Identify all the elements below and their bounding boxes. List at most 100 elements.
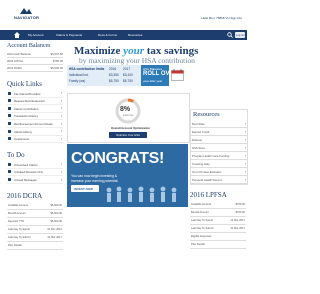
chevron-right-icon: › xyxy=(60,169,62,174)
chevron-right-icon: › xyxy=(244,153,246,158)
quick-link-item[interactable]: Claims Contribution › xyxy=(7,105,63,113)
resource-item[interactable]: Rent Rate › xyxy=(191,120,247,128)
resource-item[interactable]: Rollover › xyxy=(191,136,247,144)
main-nav: My Account Claims & Payments Docs & Form… xyxy=(0,30,247,40)
resource-item[interactable]: Earned Credit › xyxy=(191,128,247,136)
resources-list: Rent Rate › Earned Credit › Rollover › HSA Sto… xyxy=(191,120,247,184)
optimize-hsa-button[interactable]: Optimize Your HSA xyxy=(109,132,147,138)
nav-docs-forms[interactable]: Docs & Forms xyxy=(98,33,117,37)
resources-card: Resources Rent Rate › Earned Credit › Rollov… xyxy=(190,109,248,185)
limits-individual-2016: $3,350 xyxy=(109,73,119,77)
account-balances-list: HSA Cash Balance $5,937.50 2015 LPFSA $750.… xyxy=(7,51,63,72)
optimization-percent: 8% xyxy=(120,106,131,113)
congrats-line2: increase your earning potential. xyxy=(71,179,119,183)
logout-button[interactable]: Log out xyxy=(235,32,245,38)
lpfsa-row[interactable]: Plan Details xyxy=(190,241,246,249)
limits-family-2017: $6,750 xyxy=(123,79,133,83)
quick-link-item[interactable]: Request Reimbursement › xyxy=(7,98,63,106)
logo-icon xyxy=(20,8,32,14)
optimization-widget: 8% Index Fee Overall Account Optimizatio… xyxy=(98,97,158,141)
quick-link-label: File Claims/Providers xyxy=(14,91,41,96)
calendar-icon xyxy=(171,69,184,81)
dcra-value: 31 Mar 2017 xyxy=(47,235,62,239)
todo-item[interactable]: Unlinked Receipts Only › xyxy=(7,169,63,177)
resource-label: Out of Pocket Estimator xyxy=(192,170,222,174)
quick-link-label: Request Reimbursement xyxy=(14,99,45,104)
chevron-right-icon: › xyxy=(244,169,246,174)
dcra-row[interactable]: Plan Details xyxy=(7,242,63,250)
dcra-row: Benefit Amount $5,000.00 xyxy=(7,210,63,218)
optimization-line1: Index Fee xyxy=(123,114,134,117)
brand-name: NAVIGATOR xyxy=(14,15,40,20)
lpfsa-row: Benefit Amount $750.00 xyxy=(190,209,246,217)
lpfsa-row[interactable]: Eligible Expenses xyxy=(190,233,246,241)
quick-link-label: Transaction History xyxy=(14,114,38,119)
chevron-right-icon: › xyxy=(60,98,62,103)
account-balances-title: Account Balances xyxy=(7,43,51,49)
lpfsa-value: 31 Mar 2017 xyxy=(230,227,245,230)
quick-link-item[interactable]: File Claims/Providers › xyxy=(7,90,63,98)
chevron-right-icon: › xyxy=(244,177,246,182)
search-icon[interactable] xyxy=(227,32,233,38)
resource-item[interactable]: Out of Pocket Estimator › xyxy=(191,168,247,176)
lpfsa-value: $750.00 xyxy=(235,203,245,206)
people-illustration xyxy=(106,186,177,202)
quick-link-item[interactable]: Reimbursement Account Detail › xyxy=(7,120,63,128)
quick-link-icon xyxy=(8,91,11,95)
lpfsa-label: Eligible Expenses xyxy=(191,235,212,238)
quick-link-item[interactable]: Transaction History › xyxy=(7,113,63,121)
resource-label: Personal Health Record xyxy=(192,178,222,182)
dcra-value: 31 Dec 2016 xyxy=(47,227,62,231)
dcra-list: Available Amount $5,000.00 Benefit Amount $… xyxy=(7,202,63,250)
brand-logo[interactable]: NAVIGATOR xyxy=(14,6,40,22)
todo-item[interactable]: Unresolved Claims › xyxy=(7,161,63,169)
rollover-callout: HSA Balances ROLL OVER year after year xyxy=(141,65,178,86)
quick-links-title: Quick Links xyxy=(7,80,42,88)
balance-label: 2015 LPFSA xyxy=(7,59,23,63)
balance-value: $750.00 xyxy=(52,59,63,63)
lpfsa-row: Available Amount $750.00 xyxy=(190,201,246,209)
resource-item[interactable]: HSA Store › xyxy=(191,144,247,152)
invest-now-button[interactable]: INVEST NOW xyxy=(71,185,99,192)
lpfsa-section: 2016 LPFSA Available Amount $750.00 Benefi… xyxy=(190,191,246,249)
limits-individual-label: Individual Ind. xyxy=(69,73,89,77)
nav-my-account[interactable]: My Account xyxy=(28,33,44,37)
account-balance-row[interactable]: HSA Cash Balance $5,937.50 xyxy=(7,51,63,58)
account-balance-row[interactable]: 2015 LPFSA $750.00 xyxy=(7,58,63,65)
lpfsa-title: 2016 LPFSA xyxy=(190,191,227,199)
chevron-right-icon: › xyxy=(60,177,62,182)
dcra-label: Deposits YTD xyxy=(8,219,24,223)
nav-resources[interactable]: Resources xyxy=(128,33,142,37)
lpfsa-label: Last Day To Spend xyxy=(191,219,213,222)
quick-link-icon xyxy=(8,106,11,110)
quick-link-item[interactable]: Investments › xyxy=(7,136,63,144)
limits-col-2016: 2016 xyxy=(109,67,117,71)
lpfsa-row: Last Day To Spend 14 Mar 2017 xyxy=(190,217,246,225)
balance-value: $5,000.00 xyxy=(50,66,63,70)
banner-subline: by maximizing your HSA contribution xyxy=(79,56,195,65)
dcra-label: Available Amount xyxy=(8,203,28,207)
dcra-value: $5,000.00 xyxy=(50,219,62,223)
tax-savings-banner[interactable]: Maximize your tax savings by maximizing … xyxy=(67,43,198,87)
resource-item[interactable]: Personal Health Record › xyxy=(191,176,247,184)
lpfsa-value: 14 Mar 2017 xyxy=(230,219,245,222)
dcra-title: 2016 DCRA xyxy=(7,191,43,200)
quick-link-item[interactable]: Claims History › xyxy=(7,128,63,136)
resource-item[interactable]: Investing Help › xyxy=(191,160,247,168)
account-balance-row[interactable]: 2016 DCRA $5,000.00 xyxy=(7,65,63,72)
resource-item[interactable]: Program Health Care Funding › xyxy=(191,152,247,160)
top-header: NAVIGATOR Hello Bro | 75868 VU Sign Out xyxy=(0,0,247,30)
invest-now-label: INVEST NOW xyxy=(74,186,94,191)
dcra-label: Benefit Amount xyxy=(8,211,26,215)
todo-item[interactable]: Unread Messages › xyxy=(7,176,63,184)
user-links[interactable]: Hello Bro | 75868 VU Sign Out xyxy=(201,16,242,20)
optimization-line2: Overall Account Optimization xyxy=(111,126,151,130)
home-icon[interactable] xyxy=(14,32,20,38)
nav-claims-payments[interactable]: Claims & Payments xyxy=(56,33,82,37)
chevron-right-icon: › xyxy=(244,137,246,142)
balance-label: 2016 DCRA xyxy=(7,66,22,70)
chevron-right-icon: › xyxy=(244,145,246,150)
balance-label: HSA Cash Balance xyxy=(7,52,31,56)
quick-link-icon xyxy=(8,121,11,125)
todo-label: Unlinked Receipts Only xyxy=(14,170,44,175)
